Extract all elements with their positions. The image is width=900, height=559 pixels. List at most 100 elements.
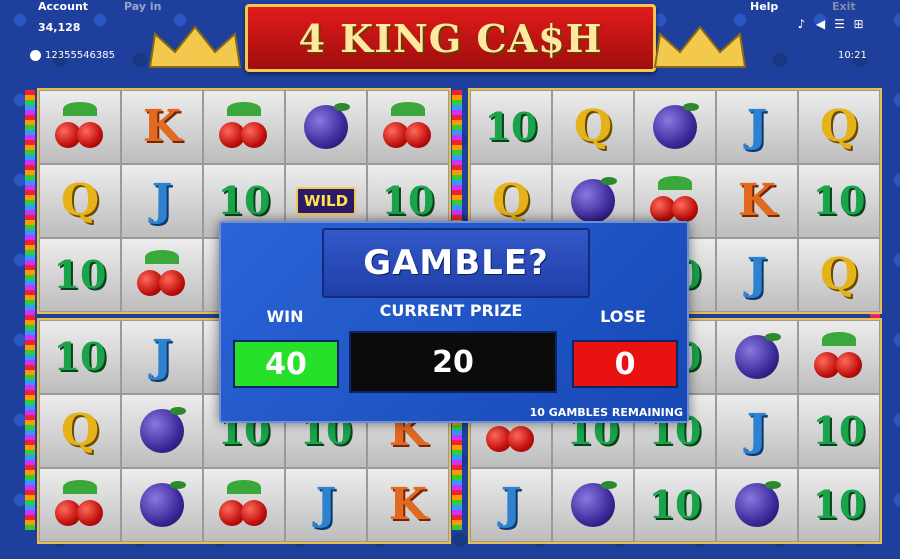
card-symbol-J: J [746,249,768,300]
card-symbol-K: K [737,175,777,226]
reel-cell: Q [798,90,880,164]
account-link[interactable]: Account [38,0,88,13]
gambles-remaining: 10 GAMBLES REMAINING [529,406,683,419]
plum-icon [571,481,617,527]
reel-cell [285,90,367,164]
game-logo: 4 KING CA$H [245,4,656,72]
reel-cell: J [121,164,203,238]
reel-cell [798,320,880,394]
plum-icon [653,103,699,149]
cherry-icon [217,102,271,152]
reel-cell: J [285,468,367,542]
reel-cell [39,468,121,542]
exit-link[interactable]: Exit [832,0,856,13]
plum-icon [140,481,186,527]
cherry-icon [381,102,435,152]
reel-cell [121,394,203,468]
reel-cell: 10 [634,468,716,542]
balance-value: 34,128 [38,21,81,34]
reel-cell: 10 [798,394,880,468]
card-symbol-K: K [388,479,428,530]
reel-cell [121,468,203,542]
reel-cell [39,90,121,164]
reel-cell: J [470,468,552,542]
cherry-icon [135,250,189,300]
clock: 10:21 [838,50,867,61]
card-symbol-J: J [315,479,337,530]
card-symbol-J: J [746,405,768,456]
card-symbol-Q: Q [491,175,531,226]
card-symbol-10: 10 [53,252,107,297]
reel-cell: Q [39,394,121,468]
plum-icon [735,333,781,379]
toolbar-icons: ♪ ◀ ☰ ⊞ [795,18,865,31]
win-amount: 40 [233,340,339,388]
reel-cell: Q [39,164,121,238]
cherry-icon [812,332,866,382]
reel-cell [203,468,285,542]
card-symbol-10: 10 [217,178,271,223]
card-symbol-Q: Q [819,249,859,300]
card-symbol-J: J [500,479,522,530]
card-symbol-10: 10 [53,334,107,379]
card-symbol-J: J [151,175,173,226]
card-symbol-10: 10 [381,178,435,223]
plum-icon [735,481,781,527]
wild-symbol: WILD [295,187,357,215]
card-symbol-Q: Q [60,175,100,226]
reel-cell: J [716,90,798,164]
crown-right-icon [653,25,747,68]
reel-edge-left [25,90,35,530]
card-symbol-K: K [142,101,182,152]
win-label: WIN [266,307,304,326]
reel-cell [121,238,203,312]
plum-icon [140,407,186,453]
reel-cell: J [716,238,798,312]
cherry-icon [217,480,271,530]
gamble-title-box: GAMBLE? [322,228,590,298]
card-symbol-J: J [151,331,173,382]
cherry-icon [53,480,107,530]
card-symbol-Q: Q [573,101,613,152]
card-symbol-10: 10 [648,482,702,527]
account-id-value: 12355546385 [45,50,115,61]
current-prize-label: CURRENT PRIZE [379,301,523,320]
cherry-icon [648,176,702,226]
reel-cell: K [716,164,798,238]
card-symbol-10: 10 [484,104,538,149]
card-symbol-Q: Q [819,101,859,152]
reel-cell: 10 [39,238,121,312]
lose-amount: 0 [572,340,678,388]
cherry-icon [53,102,107,152]
reel-cell: K [121,90,203,164]
fullscreen-icon[interactable]: ⊞ [852,18,865,31]
reel-cell: 10 [39,320,121,394]
logo-text: 4 KING CA$H [298,15,603,61]
reel-cell [552,468,634,542]
gamble-dialog: GAMBLE? WIN CURRENT PRIZE LOSE 40 20 0 1… [219,221,689,423]
reel-cell: 10 [470,90,552,164]
reel-cell: Q [798,238,880,312]
reel-cell [203,90,285,164]
reel-cell: 10 [798,468,880,542]
pay-in-link[interactable]: Pay in [124,0,161,13]
card-symbol-Q: Q [60,405,100,456]
plum-icon [304,103,350,149]
card-symbol-10: 10 [812,178,866,223]
user-id-icon [30,50,41,61]
reel-cell [367,90,449,164]
card-symbol-J: J [746,101,768,152]
lose-label: LOSE [600,307,646,326]
current-prize-amount: 20 [349,331,557,393]
settings-icon[interactable]: ☰ [833,18,846,31]
card-symbol-10: 10 [812,408,866,453]
gamble-title: GAMBLE? [363,243,549,283]
volume-icon[interactable]: ◀ [814,18,827,31]
plum-icon [571,177,617,223]
reel-cell: 10 [798,164,880,238]
reel-cell: K [367,468,449,542]
reel-cell: Q [552,90,634,164]
music-icon[interactable]: ♪ [795,18,808,31]
reel-cell [716,320,798,394]
help-link[interactable]: Help [750,0,778,13]
